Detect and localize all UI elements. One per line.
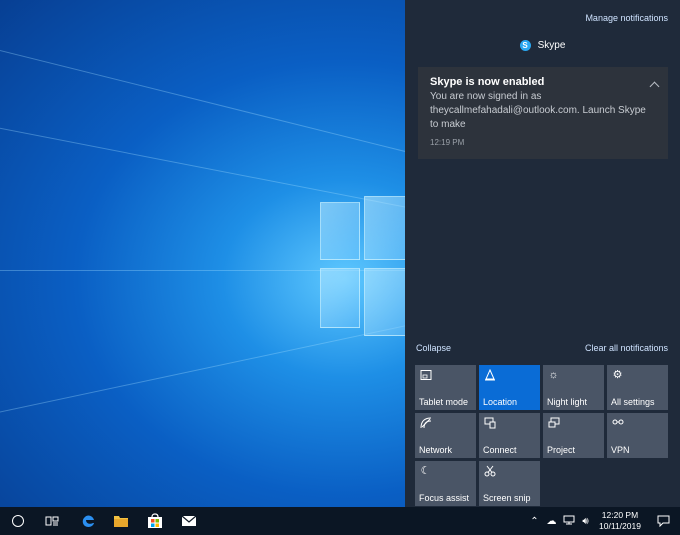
quick-actions-grid: Tablet mode Location ☼ Night light ⚙ All… [415,365,668,506]
windows-logo-pane [364,268,405,336]
network-icon [419,417,432,430]
gear-icon: ⚙ [612,369,623,381]
action-center-button[interactable] [646,507,680,535]
taskbar: ⌃ ☁ 🔊︎ 12:20 PM 10/11/2019 [0,507,680,535]
scissors-icon [483,465,496,478]
edge-icon [82,515,94,527]
tile-vpn[interactable]: VPN [607,413,668,458]
onedrive-icon[interactable]: ☁ [543,516,560,527]
tile-connect[interactable]: Connect [479,413,540,458]
tile-label: Tablet mode [419,397,469,407]
manage-notifications-link[interactable]: Manage notifications [585,13,668,23]
notification-body: You are now signed in as theycallmefahad… [430,91,646,130]
system-tray: ⌃ ☁ 🔊︎ 12:20 PM 10/11/2019 [526,507,680,535]
windows-logo-pane [320,202,360,260]
clear-all-notifications-link[interactable]: Clear all notifications [585,343,668,353]
connect-icon [483,417,496,430]
mail-icon [181,515,197,526]
desktop-wallpaper[interactable] [0,0,405,507]
tile-label: Focus assist [419,493,470,503]
volume-icon[interactable]: 🔊︎ [577,516,594,527]
store-icon [148,513,162,528]
action-center: Manage notifications S Skype Skype is no… [405,0,680,507]
notification-app-header: S Skype [405,40,680,51]
moon-icon: ☾ [420,465,431,477]
app-name: Skype [537,40,566,51]
tile-label: VPN [611,445,630,455]
tile-night-light[interactable]: ☼ Night light [543,365,604,410]
clock-date: 10/11/2019 [599,521,641,531]
notification-card[interactable]: Skype is now enabled You are now signed … [418,67,668,159]
light-ray [0,40,405,167]
windows-logo [320,192,405,342]
windows-logo-pane [364,196,405,260]
tile-label: Night light [547,397,588,407]
clock[interactable]: 12:20 PM 10/11/2019 [594,510,646,532]
cortana-icon [12,515,24,527]
windows-logo-pane [320,268,360,328]
tile-label: Screen snip [483,493,531,503]
file-explorer-button[interactable] [104,507,138,535]
cortana-button[interactable] [1,507,35,535]
tile-screen-snip[interactable]: Screen snip [479,461,540,506]
notification-time: 12:19 PM [430,138,465,147]
mail-button[interactable] [172,507,206,535]
notification-title: Skype is now enabled [430,76,545,88]
location-icon [483,368,496,382]
collapse-link[interactable]: Collapse [416,343,451,353]
task-view-icon [45,516,59,526]
tile-label: Network [419,445,453,455]
tile-location[interactable]: Location [479,365,540,410]
skype-icon: S [519,40,531,51]
tile-all-settings[interactable]: ⚙ All settings [607,365,668,410]
edge-button[interactable] [71,507,105,535]
microsoft-store-button[interactable] [138,507,172,535]
tile-focus-assist[interactable]: ☾ Focus assist [415,461,476,506]
tile-project[interactable]: Project [543,413,604,458]
tile-tablet-mode[interactable]: Tablet mode [415,365,476,410]
project-icon [547,417,560,430]
tile-label: Location [483,397,518,407]
sun-icon: ☼ [548,369,559,381]
tablet-icon [419,369,432,382]
vpn-icon [611,417,624,430]
tile-network[interactable]: Network [415,413,476,458]
folder-icon [114,516,128,527]
notification-icon [657,515,669,527]
chevron-up-icon[interactable]: ⌃ [526,516,543,527]
network-icon[interactable] [560,515,577,528]
tile-label: Connect [483,445,517,455]
tile-label: All settings [611,397,655,407]
tile-label: Project [547,445,576,455]
task-view-button[interactable] [35,507,69,535]
clock-time: 12:20 PM [601,510,639,520]
